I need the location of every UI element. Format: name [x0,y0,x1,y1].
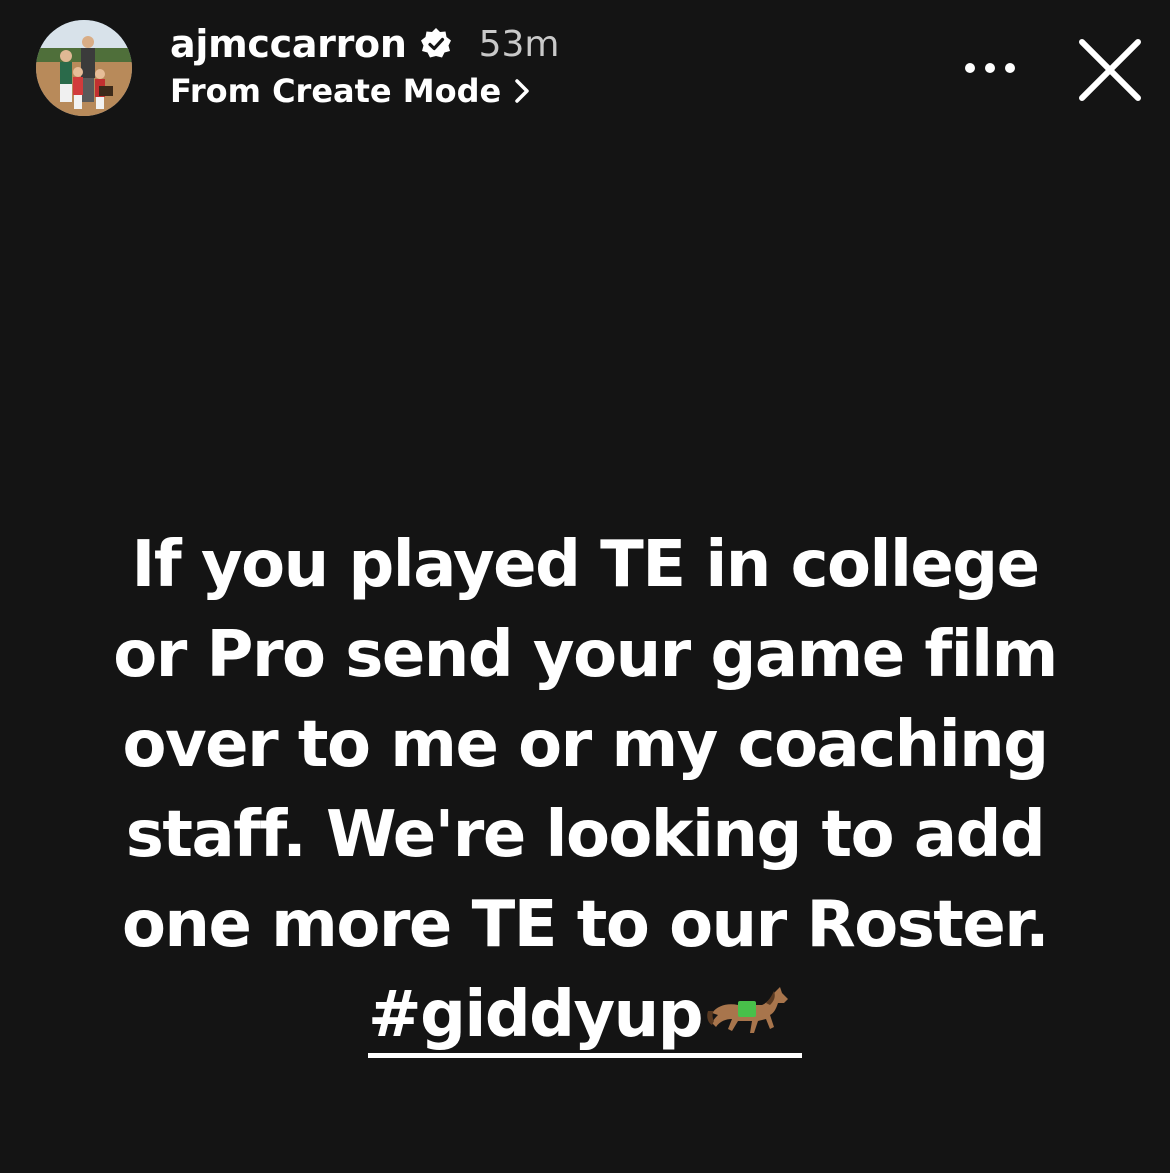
close-icon [1079,39,1141,101]
username-row: ajmccarron 53m [170,18,560,70]
story-caption: If you played TE in college or Pro send … [40,520,1130,1060]
chevron-right-icon [513,78,531,104]
story-line-5: one more TE to our Roster. [121,888,1050,962]
subtitle-label: From Create Mode [170,72,502,110]
create-mode-link[interactable]: From Create Mode [170,72,560,110]
horse-icon [704,983,792,1049]
avatar[interactable] [36,20,132,116]
story-line-4: staff. We're looking to add [125,798,1046,872]
story-viewer: ajmccarron 53m From Create Mode If you p… [0,0,1170,1173]
hashtag-link[interactable]: #giddyup [367,977,803,1058]
story-line-2: or Pro send your game film [113,618,1058,692]
hashtag-text: #giddyup [367,978,704,1052]
story-line-3: over to me or my coaching [122,708,1049,782]
story-line-1: If you played TE in college [131,528,1041,602]
more-horizontal-icon [965,63,1015,73]
story-header: ajmccarron 53m From Create Mode [0,0,1170,140]
close-button[interactable] [1072,32,1148,108]
user-info: ajmccarron 53m From Create Mode [170,18,560,110]
timestamp: 53m [478,23,560,65]
username[interactable]: ajmccarron [170,22,407,66]
verified-badge-icon [419,27,453,61]
more-options-button[interactable] [958,50,1022,86]
profile-photo [36,20,132,116]
